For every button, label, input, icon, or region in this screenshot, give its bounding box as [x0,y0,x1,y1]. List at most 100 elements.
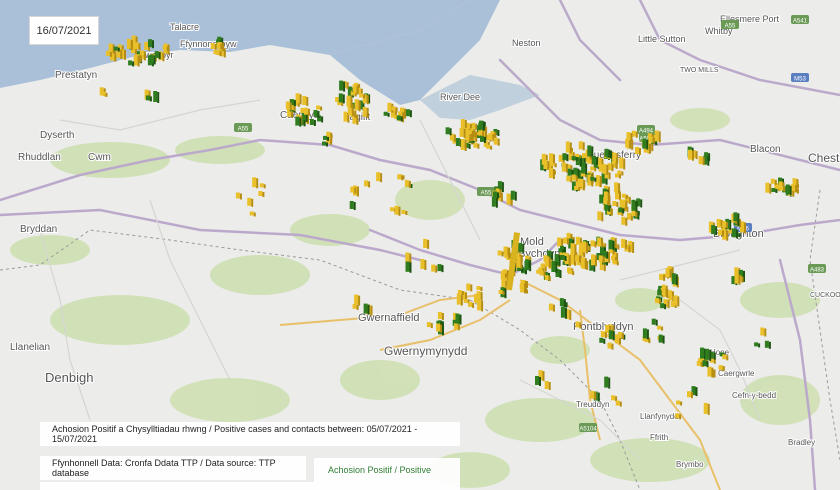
case-marker-side [692,150,694,161]
case-marker [675,413,680,419]
case-marker [463,298,468,303]
case-marker-side [554,163,557,168]
case-marker-side [680,401,683,406]
case-marker [604,376,609,388]
case-marker [731,228,736,238]
case-marker [702,360,707,367]
case-marker-side [625,200,628,209]
case-marker-side [774,179,777,185]
case-marker [247,197,252,206]
case-marker [700,347,704,359]
case-marker-side [579,158,582,167]
case-marker-side [596,157,599,165]
case-marker [113,46,118,51]
case-marker [571,174,576,181]
case-marker-side [758,343,761,348]
case-marker [562,153,567,161]
case-marker [548,168,553,178]
case-marker [760,327,765,336]
case-marker-side [569,310,572,320]
info-title-panel: Achosion Positif a Chysylltiadau rhwng /… [40,422,460,446]
case-marker [348,110,353,115]
case-marker [611,255,616,260]
case-marker [285,101,290,110]
case-marker-side [251,198,254,207]
case-marker-side [583,179,586,188]
case-marker-side [358,295,361,306]
case-marker [651,318,656,325]
case-marker [607,342,612,349]
case-marker-side [542,371,545,382]
case-marker-side [480,292,483,301]
place-label: Cwm [88,152,111,163]
case-marker [642,138,647,149]
case-marker-side [675,274,678,286]
case-marker [570,243,575,255]
case-marker-side [729,219,732,230]
case-marker-side [326,142,328,147]
case-marker [582,241,586,253]
case-marker [654,130,659,142]
case-marker [703,402,708,414]
case-marker-side [715,226,718,236]
case-marker [544,275,549,281]
place-label: Dyserth [40,130,74,141]
case-marker-side [695,151,698,160]
case-marker [604,204,609,211]
case-marker [510,190,515,200]
case-marker-side [409,110,412,118]
case-marker-side [616,153,619,164]
case-marker-side [130,39,133,50]
case-marker-side [691,392,693,399]
case-marker-side [646,139,649,150]
case-marker [259,183,264,188]
case-marker-side [565,163,568,173]
case-marker-side [579,322,582,329]
date-label: 16/07/2021 [29,16,99,45]
case-marker [544,256,549,267]
case-marker-side [586,242,588,254]
case-marker-side [477,143,480,149]
case-marker [453,323,458,330]
case-marker [548,303,553,311]
case-marker-side [623,158,626,170]
road-shield: A5104 [579,423,597,433]
case-marker-side [139,55,142,63]
case-marker-side [143,51,146,61]
case-marker-side [120,49,123,59]
case-marker-side [677,296,680,307]
case-marker [480,135,484,142]
case-marker-side [490,145,493,150]
case-marker [597,237,602,247]
place-label: Llanfynydd [640,412,679,421]
case-marker-side [356,114,359,125]
case-marker-side [398,206,401,216]
case-marker [551,261,556,272]
case-marker-side [588,246,591,252]
legend-positive[interactable]: Achosion Positif / Positive [314,458,460,482]
case-marker [431,264,436,272]
case-marker-side [366,95,369,105]
case-marker [376,172,381,182]
place-label: Blacon [750,144,781,155]
case-marker [455,138,460,146]
map-canvas[interactable]: TalacreGwespyrFfynnongroywPrestatynNesto… [0,0,840,490]
case-marker-side [635,131,638,138]
case-marker [785,185,790,195]
case-marker [657,325,662,330]
case-marker [338,93,343,103]
place-label: Neston [512,38,541,48]
case-marker [405,252,410,262]
case-marker-side [548,276,551,282]
case-marker [488,133,493,141]
case-marker [436,323,440,332]
case-marker-side [469,134,472,141]
case-marker [465,133,470,140]
case-marker [456,293,461,305]
case-marker-side [568,255,571,266]
case-marker-side [594,241,597,248]
case-marker-side [430,323,433,329]
case-marker-side [253,212,256,217]
case-marker-side [149,96,152,102]
case-marker-side [614,248,617,253]
